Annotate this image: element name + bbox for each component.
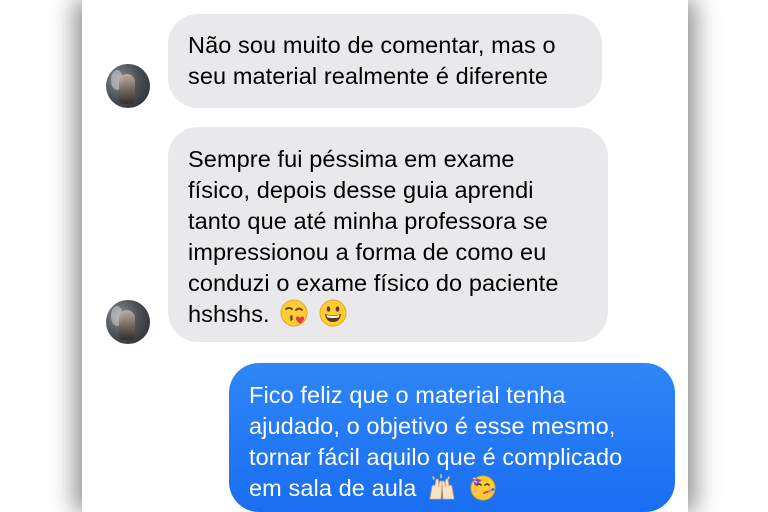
face-blowing-kiss-icon bbox=[280, 299, 308, 327]
outgoing-message-bubble[interactable]: Fico feliz que o material tenha ajudado,… bbox=[229, 363, 675, 512]
message-text-line: impressionou a forma de como eu bbox=[188, 239, 547, 265]
partying-face-icon bbox=[470, 475, 496, 501]
message-text-line: Fico feliz que o material tenha bbox=[249, 382, 566, 408]
message-last-line: hshshs. bbox=[188, 299, 588, 330]
sender-avatar[interactable] bbox=[106, 300, 150, 344]
message-last-line: em sala de aula bbox=[249, 473, 655, 504]
message-text-line: Sempre fui péssima em exame bbox=[188, 146, 515, 172]
message-text-line: em sala de aula bbox=[249, 475, 417, 501]
message-text-line: conduzi o exame físico do paciente bbox=[188, 270, 559, 296]
message-text-line: físico, depois desse guia aprendi bbox=[188, 177, 534, 203]
raising-hands-icon bbox=[429, 474, 455, 500]
sender-avatar[interactable] bbox=[106, 64, 150, 108]
message-text-line: ajudado, o objetivo é esse mesmo, bbox=[249, 413, 616, 439]
incoming-message-bubble[interactable]: Não sou muito de comentar, mas o seu mat… bbox=[168, 14, 602, 108]
message-text-line: Não sou muito de comentar, mas o bbox=[188, 32, 556, 58]
message-text-line: hshshs. bbox=[188, 301, 270, 327]
incoming-message-bubble[interactable]: Sempre fui péssima em exame físico, depo… bbox=[168, 127, 608, 342]
message-text-line: tornar fácil aquilo que é complicado bbox=[249, 444, 623, 470]
message-text-line: tanto que até minha professora se bbox=[188, 208, 548, 234]
message-text-line: seu material realmente é diferente bbox=[188, 63, 549, 89]
grinning-face-icon bbox=[319, 299, 347, 327]
